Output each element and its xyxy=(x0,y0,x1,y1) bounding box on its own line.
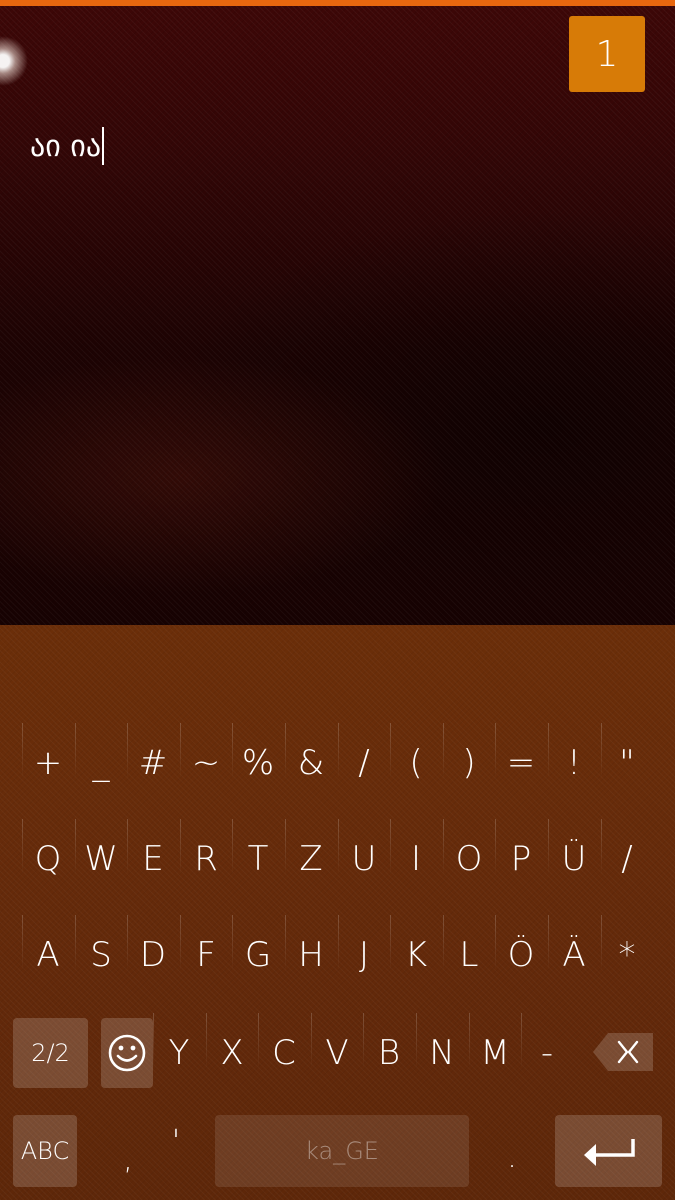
key[interactable]: D xyxy=(127,907,179,1003)
enter-icon xyxy=(583,1139,635,1166)
character-counter: 1 xyxy=(569,16,645,92)
text-input[interactable]: აი ია xyxy=(30,124,105,168)
key[interactable]: J xyxy=(338,907,390,1003)
key[interactable]: / xyxy=(338,715,390,811)
key[interactable]: & xyxy=(285,715,337,811)
symbol-row: + _ # ~% & /() =! " xyxy=(0,715,675,811)
key[interactable]: Q xyxy=(22,811,74,907)
key[interactable]: U xyxy=(338,811,390,907)
key[interactable]: C xyxy=(258,1005,310,1101)
key[interactable]: ) xyxy=(443,715,495,811)
emoji-key[interactable] xyxy=(101,1018,153,1088)
key[interactable]: F xyxy=(180,907,232,1003)
page-switch-key[interactable]: 2/2 xyxy=(13,1018,88,1088)
key[interactable]: # xyxy=(127,715,179,811)
key[interactable]: Y xyxy=(153,1005,205,1101)
key[interactable]: Ü xyxy=(548,811,600,907)
key[interactable]: I xyxy=(390,811,442,907)
key[interactable]: H xyxy=(285,907,337,1003)
key[interactable]: Ö xyxy=(495,907,547,1003)
key[interactable]: G xyxy=(232,907,284,1003)
key[interactable]: / xyxy=(601,811,653,907)
key[interactable]: R xyxy=(180,811,232,907)
key[interactable]: X xyxy=(206,1005,258,1101)
key[interactable]: " xyxy=(601,715,653,811)
virtual-keyboard: + _ # ~% & /() =! " Q W E R T Z U I O P Ü / A S D F G H J K L Ö Ä * Y… xyxy=(0,625,675,1200)
key[interactable]: L xyxy=(443,907,495,1003)
smiley-icon xyxy=(108,1034,146,1072)
space-key[interactable]: ka_GE xyxy=(215,1115,469,1187)
period-key[interactable]: . xyxy=(486,1117,538,1197)
key[interactable]: W xyxy=(75,811,127,907)
key[interactable]: Ä xyxy=(548,907,600,1003)
key[interactable]: * xyxy=(601,907,653,1003)
key[interactable]: % xyxy=(232,715,284,811)
key[interactable]: ( xyxy=(390,715,442,811)
editor-area[interactable] xyxy=(0,6,675,625)
key[interactable]: S xyxy=(75,907,127,1003)
apostrophe-key[interactable]: ' xyxy=(150,1101,202,1181)
comma-key[interactable]: , xyxy=(102,1119,154,1199)
key[interactable]: E xyxy=(127,811,179,907)
key[interactable]: = xyxy=(495,715,547,811)
key[interactable]: T xyxy=(232,811,284,907)
key[interactable]: - xyxy=(521,1005,573,1101)
key[interactable]: _ xyxy=(75,715,127,811)
key[interactable]: V xyxy=(311,1005,363,1101)
backspace-icon xyxy=(593,1033,653,1071)
key[interactable]: O xyxy=(443,811,495,907)
key[interactable]: A xyxy=(22,907,74,1003)
input-text: აი ია xyxy=(30,128,102,164)
key-row-2: A S D F G H J K L Ö Ä * xyxy=(0,907,675,1003)
key[interactable]: ! xyxy=(548,715,600,811)
light-glare xyxy=(0,36,28,86)
key-row-1: Q W E R T Z U I O P Ü / xyxy=(0,811,675,907)
key[interactable]: P xyxy=(495,811,547,907)
key[interactable]: B xyxy=(363,1005,415,1101)
key[interactable]: N xyxy=(416,1005,468,1101)
key[interactable]: M xyxy=(469,1005,521,1101)
enter-key[interactable] xyxy=(555,1115,662,1187)
text-cursor xyxy=(102,127,105,165)
key[interactable]: ~ xyxy=(180,715,232,811)
abc-key[interactable]: ABC xyxy=(13,1115,77,1187)
key[interactable]: K xyxy=(390,907,442,1003)
key[interactable]: + xyxy=(22,715,74,811)
key[interactable]: Z xyxy=(285,811,337,907)
backspace-key[interactable] xyxy=(588,1023,658,1081)
